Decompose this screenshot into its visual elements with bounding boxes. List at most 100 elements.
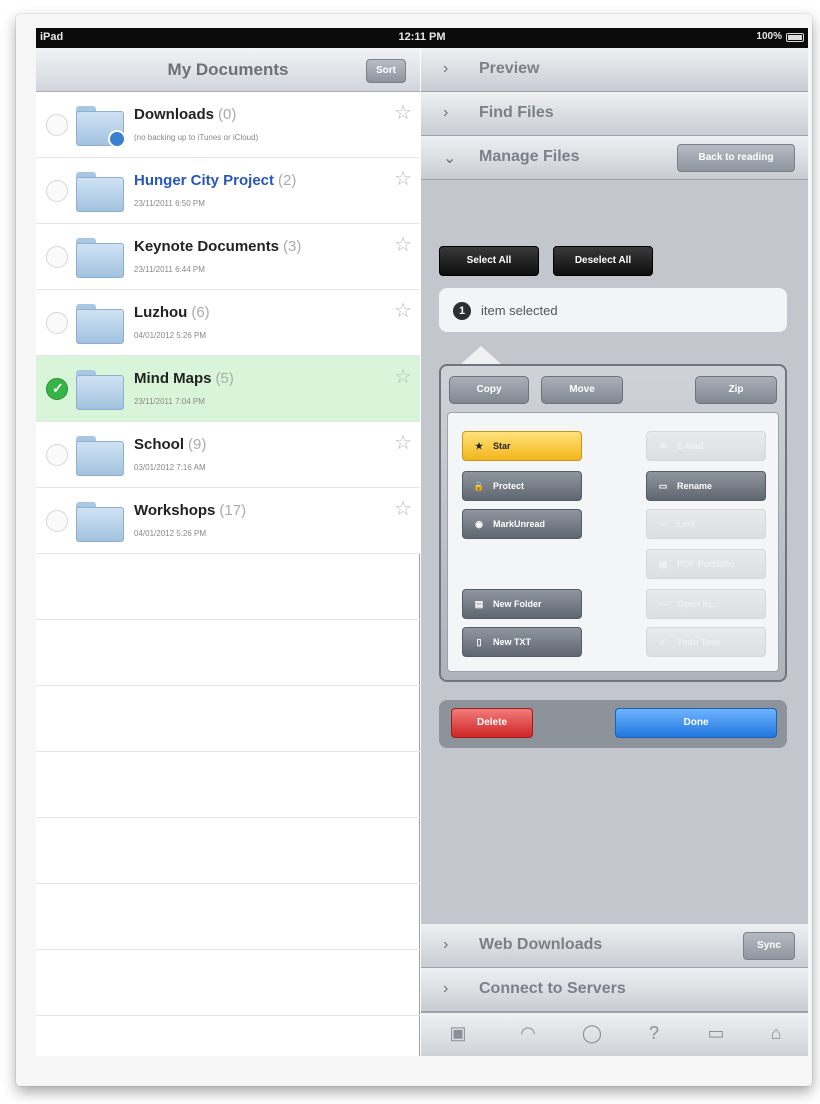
portfolio-icon: ▣ bbox=[658, 559, 668, 569]
rename-button[interactable]: ▭ Rename bbox=[646, 471, 766, 501]
chevron-right-icon: › bbox=[443, 60, 449, 77]
empty-row bbox=[36, 686, 420, 752]
confirm-bar: Delete Done bbox=[439, 700, 787, 748]
document-name: Downloads (0) bbox=[134, 106, 237, 123]
wifi-icon[interactable]: ◠ bbox=[513, 1023, 543, 1044]
rename-icon: ▭ bbox=[658, 481, 668, 491]
list-item[interactable]: Workshops (17) 04/01/2012 5:26 PM ☆ bbox=[36, 488, 420, 554]
empty-row bbox=[36, 884, 420, 950]
deselect-all-button[interactable]: Deselect All bbox=[553, 246, 653, 276]
folder-icon bbox=[76, 370, 124, 410]
status-time: 12:11 PM bbox=[398, 31, 446, 43]
open-in-button: — Open In... bbox=[646, 589, 766, 619]
web-downloads-section-header[interactable]: › Web Downloads Sync bbox=[421, 924, 808, 968]
empty-row bbox=[36, 752, 420, 818]
popover-pointer bbox=[461, 346, 501, 364]
star-icon[interactable]: ☆ bbox=[394, 166, 412, 191]
settings-icon[interactable]: ◯ bbox=[577, 1023, 607, 1044]
empty-row bbox=[36, 620, 420, 686]
new-folder-button[interactable]: ▤ New Folder bbox=[462, 589, 582, 619]
eye-icon: ◉ bbox=[475, 519, 483, 529]
folder-icon bbox=[76, 106, 126, 148]
document-name: Keynote Documents (3) bbox=[134, 238, 302, 255]
back-to-reading-button[interactable]: Back to reading bbox=[677, 144, 795, 172]
list-item[interactable]: School (9) 03/01/2012 7:16 AM ☆ bbox=[36, 422, 420, 488]
sort-button[interactable]: Sort bbox=[366, 59, 406, 83]
select-radio[interactable] bbox=[46, 444, 68, 466]
star-icon[interactable]: ☆ bbox=[394, 232, 412, 257]
folder-icon bbox=[76, 238, 124, 278]
protect-button[interactable]: 🔒 Protect bbox=[462, 471, 582, 501]
select-radio-checked[interactable] bbox=[46, 378, 68, 400]
document-date: 23/11/2011 6:44 PM bbox=[134, 265, 205, 274]
todo-task-button: ✓ Todo Task bbox=[646, 627, 766, 657]
list-item[interactable]: Luzhou (6) 04/01/2012 5:26 PM ☆ bbox=[36, 290, 420, 356]
page-title: My Documents bbox=[167, 60, 289, 79]
lock-icon[interactable]: ⌂ bbox=[761, 1023, 791, 1044]
connect-servers-section-header[interactable]: › Connect to Servers bbox=[421, 968, 808, 1012]
open-in-icon: — bbox=[658, 599, 668, 609]
section-label: Preview bbox=[479, 60, 540, 77]
select-all-button[interactable]: Select All bbox=[439, 246, 539, 276]
selected-count-badge: 1 bbox=[453, 302, 471, 320]
document-date: 04/01/2012 5:26 PM bbox=[134, 331, 207, 340]
done-button[interactable]: Done bbox=[615, 708, 777, 738]
ipad-screen: iPad 12:11 PM 100% My Documents Sort Dow… bbox=[36, 28, 808, 1056]
find-files-section-header[interactable]: › Find Files bbox=[421, 92, 808, 136]
document-name: Luzhou (6) bbox=[134, 304, 210, 321]
download-badge-icon bbox=[108, 130, 126, 148]
sync-button[interactable]: Sync bbox=[743, 932, 795, 960]
document-name: Workshops (17) bbox=[134, 502, 247, 519]
preview-section-header[interactable]: › Preview bbox=[421, 48, 808, 92]
link-button: ∞ Link bbox=[646, 509, 766, 539]
star-icon[interactable]: ☆ bbox=[394, 298, 412, 323]
document-name: Mind Maps (5) bbox=[134, 370, 234, 387]
battery-icon bbox=[786, 33, 804, 42]
list-item[interactable]: Hunger City Project (2) 23/11/2011 6:50 P… bbox=[36, 158, 420, 224]
new-txt-button[interactable]: ▯ New TXT bbox=[462, 627, 582, 657]
documents-header: My Documents Sort bbox=[36, 48, 420, 92]
new-file-icon: ▯ bbox=[476, 637, 482, 647]
status-bar: iPad 12:11 PM 100% bbox=[36, 28, 808, 48]
star-button[interactable]: ★ Star bbox=[462, 431, 582, 461]
select-radio[interactable] bbox=[46, 180, 68, 202]
display-icon[interactable]: ▭ bbox=[701, 1023, 731, 1044]
manage-files-section-header[interactable]: ⌄ Manage Files Back to reading bbox=[421, 136, 808, 180]
mark-unread-button[interactable]: ◉ MarkUnread bbox=[462, 509, 582, 539]
document-name: School (9) bbox=[134, 436, 207, 453]
help-icon[interactable]: ? bbox=[639, 1023, 669, 1044]
battery-percent: 100% bbox=[756, 31, 782, 42]
chevron-right-icon: › bbox=[443, 980, 449, 997]
move-button[interactable]: Move bbox=[541, 376, 623, 404]
star-icon[interactable]: ☆ bbox=[394, 364, 412, 389]
email-button: ✉ E-Mail bbox=[646, 431, 766, 461]
list-item[interactable]: Mind Maps(5) 23/11/2011 7:04 PM ☆ bbox=[36, 356, 420, 422]
star-icon[interactable]: ☆ bbox=[394, 496, 412, 521]
list-item[interactable]: Keynote Documents (3) 23/11/2011 6:44 PM … bbox=[36, 224, 420, 290]
camera-roll-icon[interactable]: ▣ bbox=[443, 1023, 473, 1044]
tools-pane: › Preview › Find Files ⌄ Manage Files Ba… bbox=[421, 48, 808, 1056]
folder-icon bbox=[76, 304, 124, 344]
star-icon[interactable]: ☆ bbox=[394, 430, 412, 455]
select-radio[interactable] bbox=[46, 312, 68, 334]
zip-button[interactable]: Zip bbox=[695, 376, 777, 404]
section-label: Find Files bbox=[479, 104, 554, 121]
actions-grid: ★ Star 🔒 Protect ◉ MarkUnread ▤ New Folder ▯… bbox=[447, 412, 779, 672]
document-date: 04/01/2012 5:26 PM bbox=[134, 529, 207, 538]
chevron-down-icon: ⌄ bbox=[443, 150, 457, 167]
copy-button[interactable]: Copy bbox=[449, 376, 529, 404]
empty-row bbox=[36, 554, 420, 620]
select-radio[interactable] bbox=[46, 246, 68, 268]
empty-row bbox=[36, 818, 420, 884]
list-item[interactable]: Downloads (0) (no backing up to iTunes or… bbox=[36, 92, 420, 158]
delete-button[interactable]: Delete bbox=[451, 708, 533, 738]
select-radio[interactable] bbox=[46, 510, 68, 532]
document-subtitle: (no backing up to iTunes or iCloud) bbox=[134, 133, 259, 142]
star-icon[interactable]: ☆ bbox=[394, 100, 412, 125]
select-radio[interactable] bbox=[46, 114, 68, 136]
documents-pane: My Documents Sort Downloads (0) (no backi… bbox=[36, 48, 420, 1056]
chevron-right-icon: › bbox=[443, 104, 449, 121]
document-date: 23/11/2011 6:50 PM bbox=[134, 199, 205, 208]
file-actions-panel: Copy Move Zip ★ Star 🔒 Protect ◉ MarkUnread… bbox=[439, 364, 787, 682]
lock-icon: 🔒 bbox=[473, 481, 485, 491]
